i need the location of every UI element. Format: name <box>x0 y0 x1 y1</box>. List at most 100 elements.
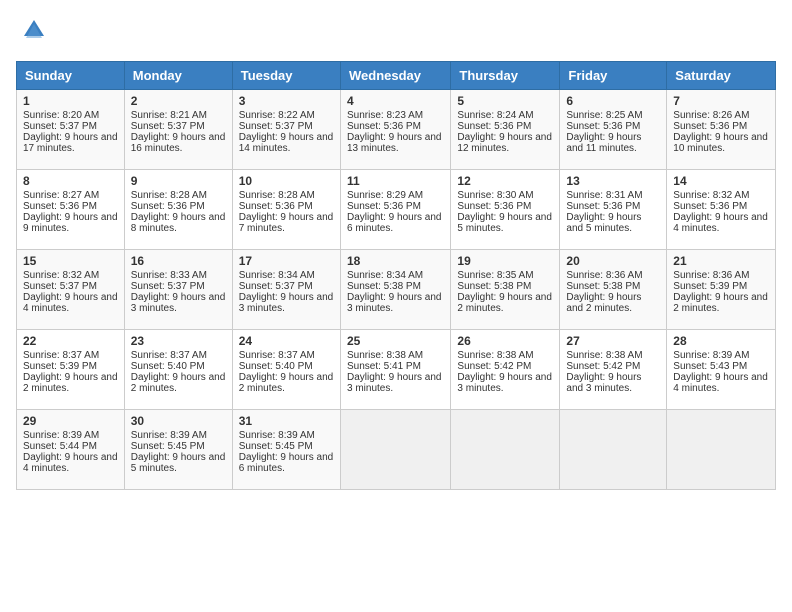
calendar-cell: 18Sunrise: 8:34 AMSunset: 5:38 PMDayligh… <box>340 250 450 330</box>
calendar-cell: 10Sunrise: 8:28 AMSunset: 5:36 PMDayligh… <box>232 170 340 250</box>
day-number: 21 <box>673 254 769 268</box>
sunrise-label: Sunrise: 8:33 AM <box>131 270 207 281</box>
weekday-header: Saturday <box>667 62 776 90</box>
sunset-label: Sunset: 5:40 PM <box>239 361 313 372</box>
calendar-cell: 7Sunrise: 8:26 AMSunset: 5:36 PMDaylight… <box>667 90 776 170</box>
calendar-cell <box>667 410 776 490</box>
calendar-cell: 22Sunrise: 8:37 AMSunset: 5:39 PMDayligh… <box>17 330 125 410</box>
daylight-label: Daylight: 9 hours and 2 minutes. <box>566 292 641 314</box>
daylight-label: Daylight: 9 hours and 2 minutes. <box>23 372 118 394</box>
day-number: 10 <box>239 174 334 188</box>
sunrise-label: Sunrise: 8:34 AM <box>239 270 315 281</box>
daylight-label: Daylight: 9 hours and 8 minutes. <box>131 212 226 234</box>
sunrise-label: Sunrise: 8:39 AM <box>23 430 99 441</box>
weekday-header: Tuesday <box>232 62 340 90</box>
sunset-label: Sunset: 5:38 PM <box>457 281 531 292</box>
daylight-label: Daylight: 9 hours and 17 minutes. <box>23 132 118 154</box>
sunrise-label: Sunrise: 8:39 AM <box>131 430 207 441</box>
day-number: 29 <box>23 414 118 428</box>
daylight-label: Daylight: 9 hours and 2 minutes. <box>131 372 226 394</box>
day-number: 20 <box>566 254 660 268</box>
sunset-label: Sunset: 5:36 PM <box>566 201 640 212</box>
calendar-cell: 17Sunrise: 8:34 AMSunset: 5:37 PMDayligh… <box>232 250 340 330</box>
sunrise-label: Sunrise: 8:37 AM <box>239 350 315 361</box>
day-number: 6 <box>566 94 660 108</box>
day-number: 18 <box>347 254 444 268</box>
daylight-label: Daylight: 9 hours and 3 minutes. <box>457 372 552 394</box>
daylight-label: Daylight: 9 hours and 16 minutes. <box>131 132 226 154</box>
calendar-cell: 19Sunrise: 8:35 AMSunset: 5:38 PMDayligh… <box>451 250 560 330</box>
calendar-cell: 4Sunrise: 8:23 AMSunset: 5:36 PMDaylight… <box>340 90 450 170</box>
calendar-cell: 27Sunrise: 8:38 AMSunset: 5:42 PMDayligh… <box>560 330 667 410</box>
sunrise-label: Sunrise: 8:22 AM <box>239 110 315 121</box>
daylight-label: Daylight: 9 hours and 6 minutes. <box>347 212 442 234</box>
daylight-label: Daylight: 9 hours and 5 minutes. <box>566 212 641 234</box>
sunset-label: Sunset: 5:44 PM <box>23 441 97 452</box>
calendar-cell: 20Sunrise: 8:36 AMSunset: 5:38 PMDayligh… <box>560 250 667 330</box>
calendar-week-row: 8Sunrise: 8:27 AMSunset: 5:36 PMDaylight… <box>17 170 776 250</box>
day-number: 14 <box>673 174 769 188</box>
daylight-label: Daylight: 9 hours and 4 minutes. <box>23 452 118 474</box>
sunset-label: Sunset: 5:42 PM <box>457 361 531 372</box>
calendar-cell: 31Sunrise: 8:39 AMSunset: 5:45 PMDayligh… <box>232 410 340 490</box>
sunrise-label: Sunrise: 8:31 AM <box>566 190 642 201</box>
calendar-week-row: 22Sunrise: 8:37 AMSunset: 5:39 PMDayligh… <box>17 330 776 410</box>
day-number: 9 <box>131 174 226 188</box>
daylight-label: Daylight: 9 hours and 4 minutes. <box>23 292 118 314</box>
sunrise-label: Sunrise: 8:39 AM <box>239 430 315 441</box>
sunset-label: Sunset: 5:36 PM <box>131 201 205 212</box>
weekday-header-row: SundayMondayTuesdayWednesdayThursdayFrid… <box>17 62 776 90</box>
logo <box>16 16 48 49</box>
calendar-table: SundayMondayTuesdayWednesdayThursdayFrid… <box>16 61 776 490</box>
calendar-cell: 8Sunrise: 8:27 AMSunset: 5:36 PMDaylight… <box>17 170 125 250</box>
calendar-cell: 23Sunrise: 8:37 AMSunset: 5:40 PMDayligh… <box>124 330 232 410</box>
day-number: 13 <box>566 174 660 188</box>
day-number: 7 <box>673 94 769 108</box>
calendar-cell: 15Sunrise: 8:32 AMSunset: 5:37 PMDayligh… <box>17 250 125 330</box>
sunrise-label: Sunrise: 8:28 AM <box>239 190 315 201</box>
daylight-label: Daylight: 9 hours and 14 minutes. <box>239 132 334 154</box>
sunset-label: Sunset: 5:45 PM <box>131 441 205 452</box>
daylight-label: Daylight: 9 hours and 2 minutes. <box>239 372 334 394</box>
sunrise-label: Sunrise: 8:23 AM <box>347 110 423 121</box>
calendar-cell: 12Sunrise: 8:30 AMSunset: 5:36 PMDayligh… <box>451 170 560 250</box>
calendar-cell: 3Sunrise: 8:22 AMSunset: 5:37 PMDaylight… <box>232 90 340 170</box>
day-number: 2 <box>131 94 226 108</box>
day-number: 23 <box>131 334 226 348</box>
daylight-label: Daylight: 9 hours and 6 minutes. <box>239 452 334 474</box>
daylight-label: Daylight: 9 hours and 10 minutes. <box>673 132 768 154</box>
calendar-cell: 6Sunrise: 8:25 AMSunset: 5:36 PMDaylight… <box>560 90 667 170</box>
daylight-label: Daylight: 9 hours and 3 minutes. <box>566 372 641 394</box>
sunset-label: Sunset: 5:39 PM <box>673 281 747 292</box>
calendar-cell <box>451 410 560 490</box>
sunset-label: Sunset: 5:36 PM <box>239 201 313 212</box>
logo-icon <box>20 16 48 49</box>
weekday-header: Friday <box>560 62 667 90</box>
day-number: 17 <box>239 254 334 268</box>
sunset-label: Sunset: 5:37 PM <box>23 281 97 292</box>
sunrise-label: Sunrise: 8:21 AM <box>131 110 207 121</box>
sunrise-label: Sunrise: 8:27 AM <box>23 190 99 201</box>
sunset-label: Sunset: 5:36 PM <box>23 201 97 212</box>
sunrise-label: Sunrise: 8:30 AM <box>457 190 533 201</box>
sunset-label: Sunset: 5:41 PM <box>347 361 421 372</box>
day-number: 31 <box>239 414 334 428</box>
calendar-week-row: 29Sunrise: 8:39 AMSunset: 5:44 PMDayligh… <box>17 410 776 490</box>
sunset-label: Sunset: 5:37 PM <box>239 281 313 292</box>
calendar-cell: 13 Sunrise: 8:31 AMSunset: 5:36 PMDayligh… <box>560 170 667 250</box>
sunrise-label: Sunrise: 8:32 AM <box>673 190 749 201</box>
sunrise-label: Sunrise: 8:35 AM <box>457 270 533 281</box>
sunrise-label: Sunrise: 8:38 AM <box>457 350 533 361</box>
weekday-header: Monday <box>124 62 232 90</box>
page-header <box>16 16 776 49</box>
sunrise-label: Sunrise: 8:36 AM <box>673 270 749 281</box>
sunset-label: Sunset: 5:42 PM <box>566 361 640 372</box>
sunset-label: Sunset: 5:36 PM <box>566 121 640 132</box>
calendar-cell: 24Sunrise: 8:37 AMSunset: 5:40 PMDayligh… <box>232 330 340 410</box>
sunset-label: Sunset: 5:36 PM <box>347 121 421 132</box>
day-number: 8 <box>23 174 118 188</box>
sunset-label: Sunset: 5:37 PM <box>131 281 205 292</box>
calendar-cell: 5Sunrise: 8:24 AMSunset: 5:36 PMDaylight… <box>451 90 560 170</box>
weekday-header: Sunday <box>17 62 125 90</box>
calendar-cell: 16Sunrise: 8:33 AMSunset: 5:37 PMDayligh… <box>124 250 232 330</box>
